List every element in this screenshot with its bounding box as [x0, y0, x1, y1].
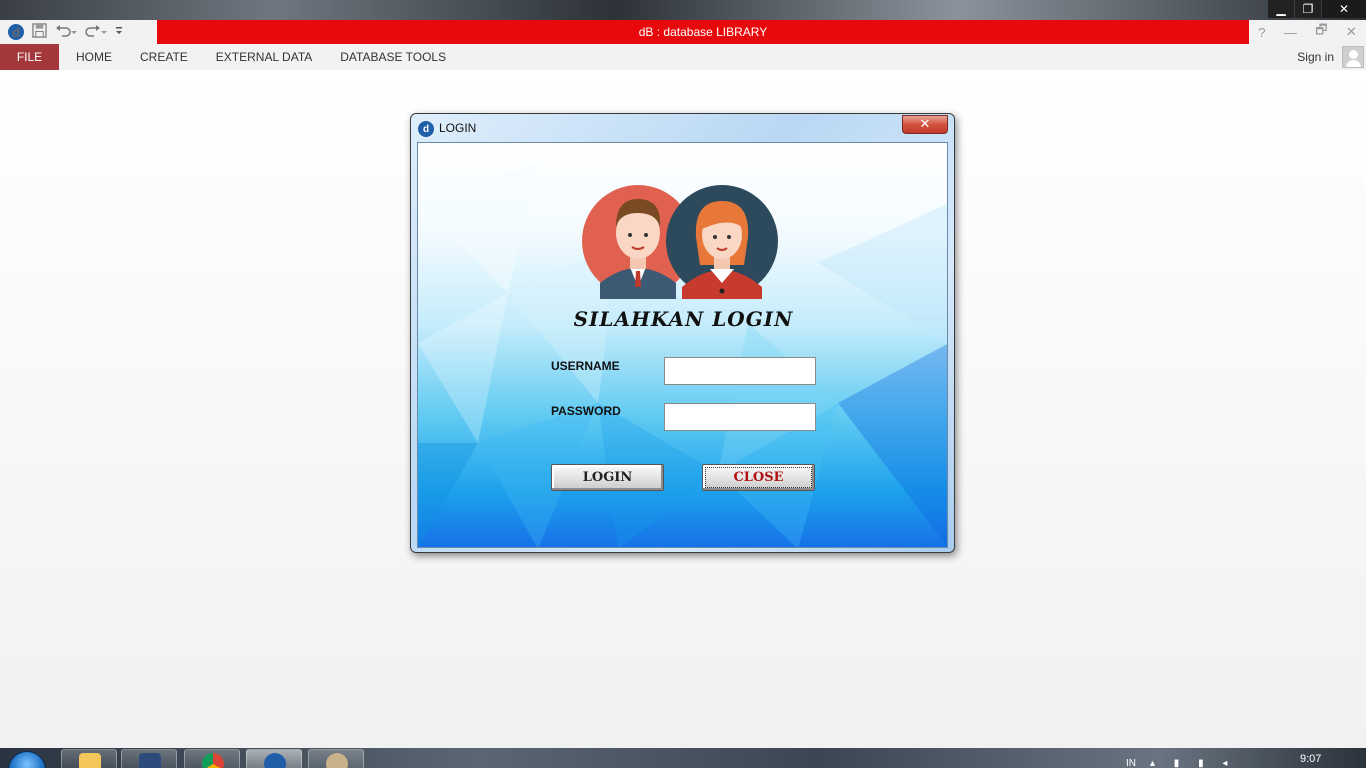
os-title-strip: ▁ ❐ ✕ — [0, 0, 1366, 20]
window-controls: ? — 🗗 ✕ — [1249, 20, 1366, 44]
os-minimize-button[interactable]: ▁ — [1268, 0, 1294, 18]
customize-icon[interactable] — [115, 25, 123, 40]
dialog-app-icon: d — [418, 121, 434, 137]
close-window-button[interactable]: ✕ — [1346, 24, 1357, 40]
os-window-controls: ▁ ❐ ✕ — [1267, 0, 1366, 18]
dialog-title-bar[interactable]: d LOGIN ✕ — [411, 114, 954, 142]
start-orb[interactable] — [8, 751, 46, 768]
taskbar-clock[interactable]: 9:07 — [1300, 753, 1321, 765]
account-avatar-icon[interactable] — [1342, 46, 1364, 68]
tab-database-tools[interactable]: DATABASE TOOLS — [326, 44, 460, 70]
dialog-close-button[interactable]: ✕ — [902, 115, 948, 134]
language-indicator[interactable]: IN — [1126, 758, 1136, 768]
close-button[interactable]: CLOSE — [702, 464, 815, 491]
password-input[interactable] — [664, 403, 816, 431]
users-avatar-icon — [582, 185, 778, 299]
restore-button[interactable]: 🗗 — [1315, 21, 1327, 43]
sign-in-link[interactable]: Sign in — [1297, 50, 1334, 64]
taskbar-chrome-button[interactable] — [184, 749, 240, 768]
username-label: USERNAME — [551, 359, 620, 373]
os-close-button[interactable]: ✕ — [1322, 0, 1366, 18]
os-restore-button[interactable]: ❐ — [1295, 0, 1321, 18]
database-app-icon — [264, 753, 286, 768]
save-icon[interactable] — [32, 23, 47, 41]
login-heading: SILAHKAN LOGIN — [573, 307, 794, 331]
taskbar-folder-button[interactable] — [61, 749, 117, 768]
password-label: PASSWORD — [551, 404, 621, 418]
dialog-body: SILAHKAN LOGIN USERNAME PASSWORD LOGIN C… — [417, 142, 948, 548]
app-title: dB : database LIBRARY — [638, 25, 768, 39]
help-icon[interactable]: ? — [1258, 25, 1265, 40]
dialog-title: LOGIN — [439, 121, 477, 135]
app-logo-icon[interactable]: d — [8, 24, 24, 40]
chrome-icon — [202, 753, 224, 768]
taskbar-virtualbox-button[interactable] — [121, 749, 177, 768]
taskbar: IN ▴ ▮ ▮ ◂ 9:07 — [0, 748, 1366, 768]
tab-create[interactable]: CREATE — [126, 44, 202, 70]
tab-external-data[interactable]: EXTERNAL DATA — [202, 44, 326, 70]
undo-icon[interactable] — [55, 24, 77, 41]
system-tray-icons[interactable]: ▴ ▮ ▮ ◂ — [1150, 758, 1235, 768]
login-button[interactable]: LOGIN — [551, 464, 664, 491]
taskbar-database-button[interactable] — [246, 749, 302, 768]
username-input[interactable] — [664, 357, 816, 385]
tab-home[interactable]: HOME — [62, 44, 126, 70]
login-dialog: d LOGIN ✕ SILAHKAN LOGIN USERNAME PASSWO… — [410, 113, 955, 553]
taskbar-paint-button[interactable] — [308, 749, 364, 768]
paint-icon — [326, 753, 348, 768]
folder-icon — [79, 753, 101, 768]
redo-icon[interactable] — [85, 24, 107, 41]
minimize-button[interactable]: — — [1284, 25, 1297, 40]
virtualbox-icon — [139, 753, 161, 768]
quick-access-toolbar: d — [0, 20, 156, 44]
ribbon-tabs: FILE HOME CREATE EXTERNAL DATA DATABASE … — [0, 44, 1366, 70]
tab-file[interactable]: FILE — [0, 44, 59, 70]
app-title-bar: dB : database LIBRARY — [157, 20, 1249, 44]
